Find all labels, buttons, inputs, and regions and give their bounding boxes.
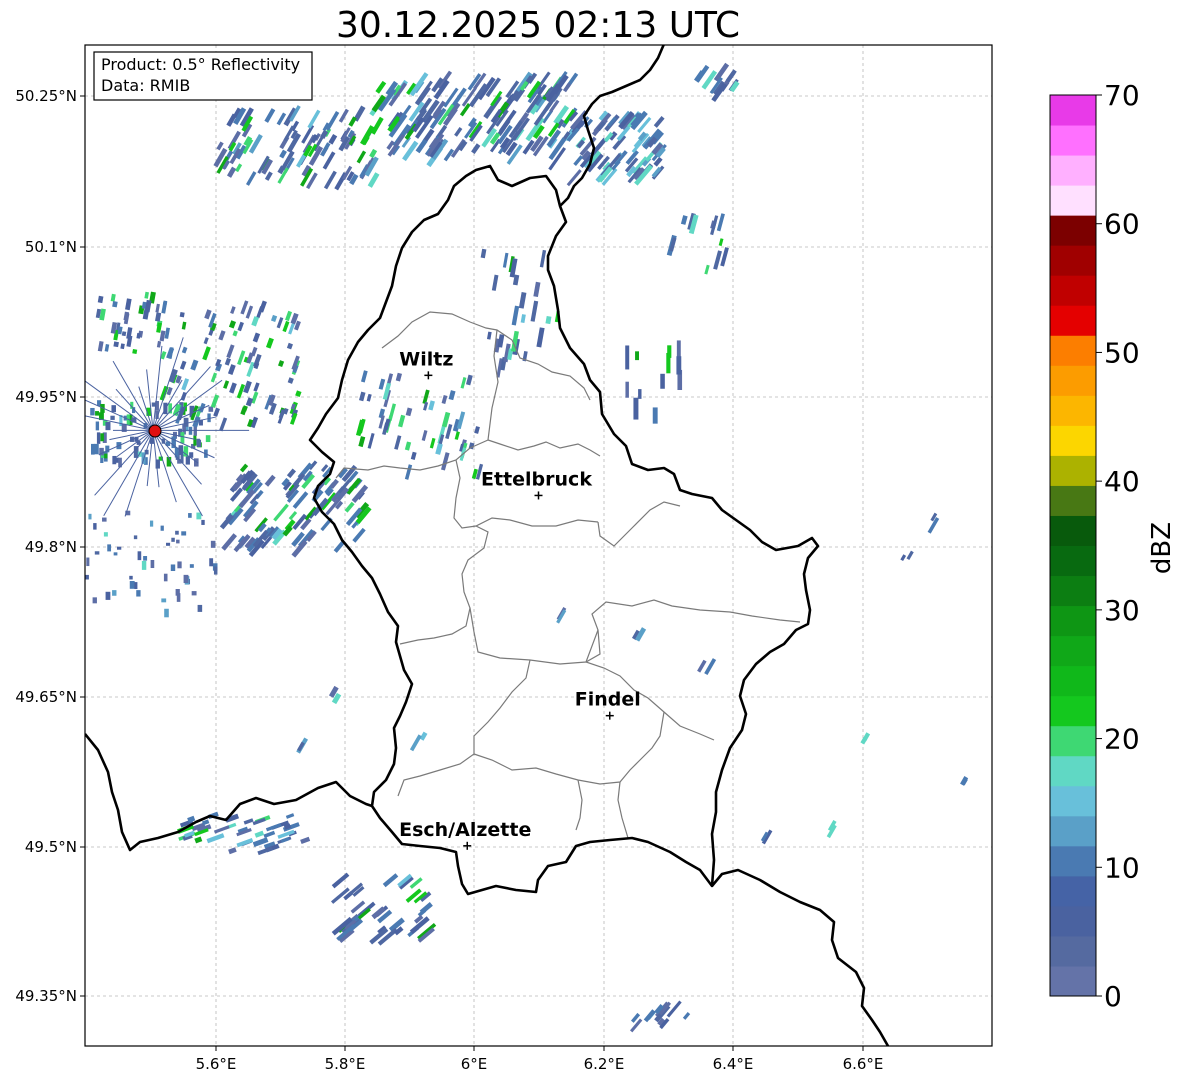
info-product: Product: 0.5° Reflectivity <box>101 55 300 74</box>
echo-cell <box>113 341 119 348</box>
echo-cell <box>660 373 665 389</box>
echo-cell <box>102 517 107 522</box>
echo-cell <box>209 558 214 567</box>
echo-cell <box>166 542 171 546</box>
echo-cell <box>90 443 95 455</box>
echo-cell <box>150 559 155 569</box>
echo-cell <box>113 552 118 556</box>
echo-cell <box>196 439 202 448</box>
city-label: Wiltz <box>399 348 453 370</box>
echo-cell <box>95 421 100 431</box>
echo-cell <box>197 604 203 612</box>
echo-cell <box>635 351 640 361</box>
echo-cell <box>176 539 180 544</box>
echo-cell <box>625 345 630 370</box>
echo-cell <box>111 405 116 413</box>
echo-cell <box>103 532 108 537</box>
echo-cell <box>143 556 148 561</box>
echo-cell <box>90 407 95 416</box>
echo-cell <box>181 531 187 536</box>
echo-cell <box>121 331 127 337</box>
echo-cell <box>95 411 99 416</box>
echo-cell <box>210 540 216 548</box>
echo-cell <box>110 415 115 420</box>
lat-tick: 49.95°N <box>15 388 77 406</box>
info-box: Product: 0.5° Reflectivity Data: RMIB <box>93 51 313 101</box>
echo-cell <box>100 433 104 442</box>
echo-cell <box>213 566 218 575</box>
info-data-source: Data: RMIB <box>101 76 190 95</box>
echo-cell <box>177 561 182 569</box>
lat-tick: 49.35°N <box>15 987 77 1005</box>
echo-cell <box>160 525 164 531</box>
echo-cell <box>105 422 111 431</box>
echo-cell <box>676 356 682 375</box>
echo-cell <box>666 352 671 374</box>
echo-cell <box>86 557 90 567</box>
echo-cell <box>161 598 167 603</box>
echo-cell <box>94 551 100 555</box>
radar-site-marker[interactable] <box>148 424 162 438</box>
echo-cell <box>112 590 117 596</box>
echo-cell <box>104 453 108 459</box>
echo-cell <box>93 523 97 530</box>
lon-tick: 6°E <box>461 1055 488 1073</box>
lon-tick: 6.4°E <box>713 1055 754 1073</box>
lon-tick: 6.2°E <box>584 1055 625 1073</box>
echo-cell <box>163 573 168 582</box>
echo-cell <box>137 551 142 561</box>
echo-cell <box>191 591 197 596</box>
echo-cell <box>129 575 133 580</box>
echo-cell <box>633 397 639 420</box>
echo-cell <box>625 381 629 398</box>
latitude-axis: 50.25°N 50.1°N 49.95°N 49.8°N 49.65°N 49… <box>15 87 77 1005</box>
echo-cell <box>133 535 138 540</box>
echo-cell <box>105 591 111 600</box>
lat-tick: 49.5°N <box>25 838 77 856</box>
echo-cell <box>149 520 154 527</box>
echo-cell <box>129 581 135 589</box>
echo-cell <box>193 435 197 446</box>
echo-cell <box>188 513 192 518</box>
echo-cell <box>107 544 112 552</box>
echo-cell <box>638 389 642 399</box>
echo-cell <box>183 417 189 427</box>
lat-tick: 49.8°N <box>25 538 77 556</box>
echo-cell <box>136 590 141 597</box>
lat-tick: 50.25°N <box>15 87 77 105</box>
echo-cell <box>141 560 147 570</box>
radar-map[interactable]: Wiltz Ettelbruck Findel Esch/Alzette Produc… <box>0 0 1184 1081</box>
echo-cell <box>189 564 194 568</box>
echo-cell <box>205 435 211 443</box>
echo-cell <box>92 597 97 604</box>
echo-cell <box>134 582 138 590</box>
echo-cell <box>132 348 138 355</box>
echo-cell <box>170 564 176 572</box>
echo-cell <box>201 519 205 525</box>
echo-cell <box>88 513 92 520</box>
echo-cell <box>85 574 89 580</box>
echo-cell <box>208 406 214 412</box>
city-label: Esch/Alzette <box>399 819 531 841</box>
echo-cell <box>96 432 101 444</box>
city-label: Findel <box>575 689 641 711</box>
echo-cell <box>183 574 189 583</box>
city-label: Ettelbruck <box>481 468 592 490</box>
echo-cell <box>116 546 122 550</box>
echo-cell <box>179 312 185 318</box>
lat-tick: 50.1°N <box>25 238 77 256</box>
echo-cell <box>180 432 185 444</box>
lon-tick: 6.6°E <box>843 1055 884 1073</box>
lon-tick: 5.6°E <box>196 1055 237 1073</box>
echo-cell <box>176 593 181 602</box>
echo-cell <box>112 301 118 308</box>
echo-cell <box>652 407 658 424</box>
lat-tick: 49.65°N <box>15 688 77 706</box>
map-background <box>85 45 992 1046</box>
lon-tick: 5.8°E <box>325 1055 366 1073</box>
echo-cell <box>164 608 169 618</box>
echo-cell <box>175 530 179 535</box>
echo-cell <box>171 537 175 542</box>
longitude-axis: 5.6°E 5.8°E 6°E 6.2°E 6.4°E 6.6°E <box>196 1055 884 1073</box>
